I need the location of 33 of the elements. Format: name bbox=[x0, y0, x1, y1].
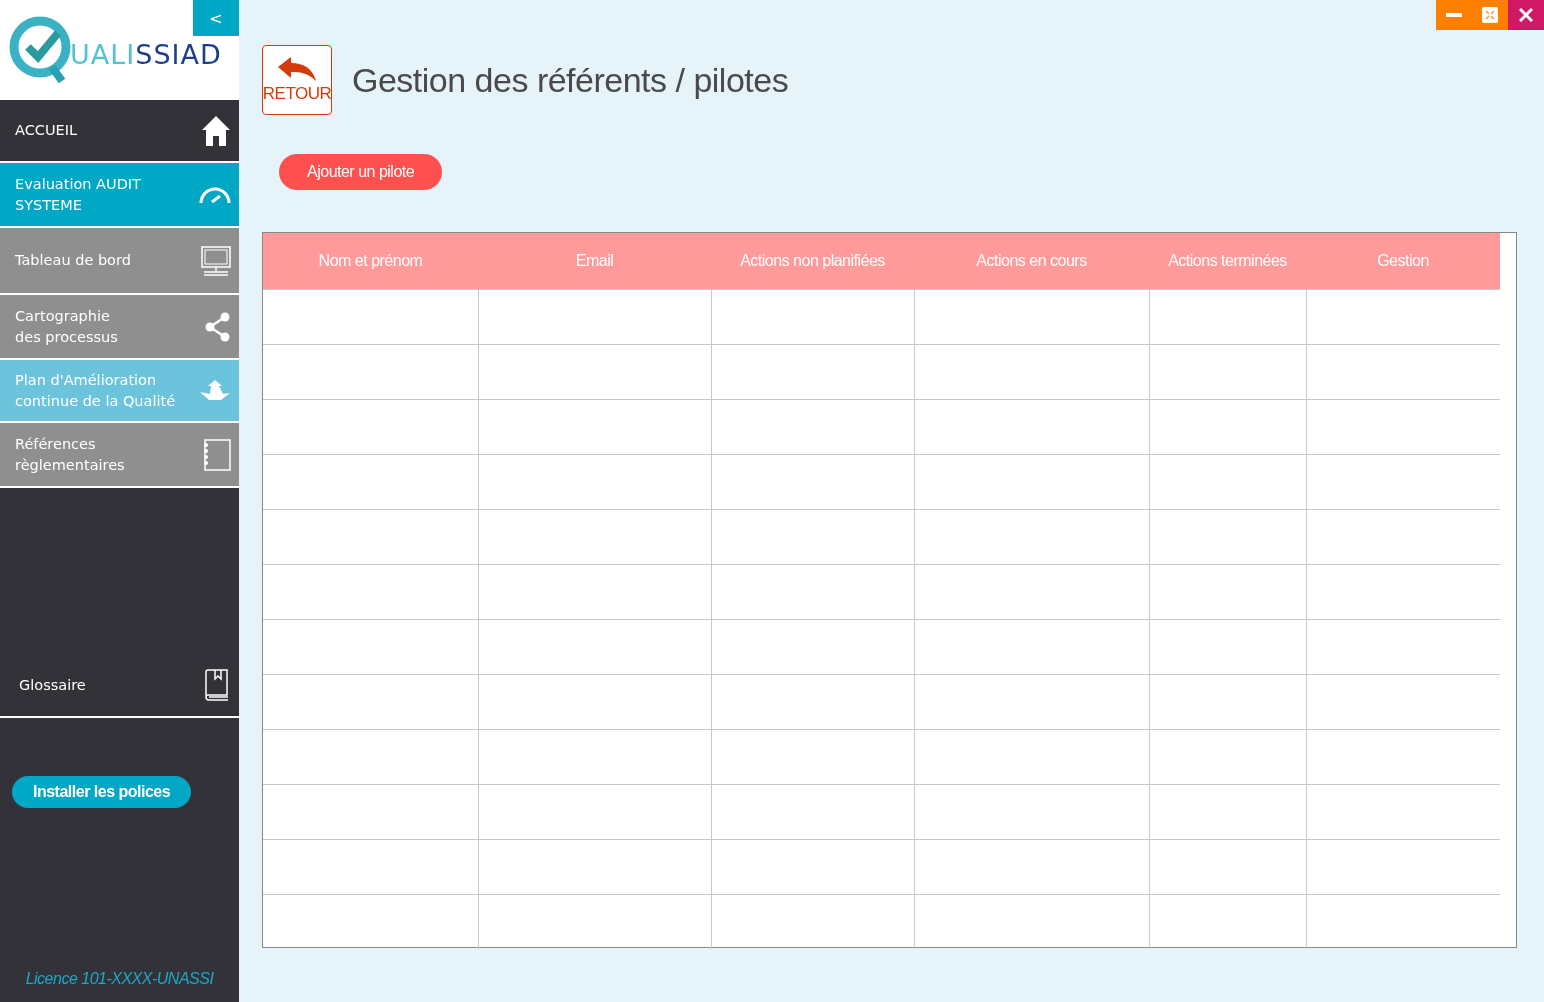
column-header: Email bbox=[478, 233, 711, 289]
back-button[interactable]: RETOUR bbox=[262, 45, 332, 115]
nav-item[interactable]: Glossaire bbox=[0, 654, 239, 718]
add-pilot-button[interactable]: Ajouter un pilote bbox=[279, 154, 443, 190]
column-header: Actions terminées bbox=[1149, 233, 1306, 289]
page-title: Gestion des référents / pilotes bbox=[352, 60, 789, 100]
close-button[interactable] bbox=[1508, 0, 1544, 30]
install-fonts-button[interactable]: Installer les polices bbox=[12, 776, 192, 808]
column-header: Gestion bbox=[1306, 233, 1500, 289]
column-header: Nom et prénom bbox=[263, 233, 478, 289]
minimize-icon bbox=[1446, 13, 1462, 17]
monitor-icon bbox=[201, 245, 231, 276]
nav-item[interactable]: Tableau de bord bbox=[0, 228, 239, 295]
maximize-button[interactable] bbox=[1472, 0, 1508, 30]
maximize-icon bbox=[1482, 7, 1498, 23]
nav-item[interactable]: Cartographie des processus bbox=[0, 295, 239, 360]
notebook-icon bbox=[203, 438, 231, 471]
gauge-icon bbox=[199, 185, 231, 204]
column-header: Actions non planifiées bbox=[711, 233, 914, 289]
licence-text: Licence 101-XXXX-UNASSI bbox=[24, 970, 215, 989]
nav-item[interactable]: Evaluation AUDIT SYSTEME bbox=[0, 163, 239, 228]
minimize-button[interactable] bbox=[1436, 0, 1472, 30]
home-icon bbox=[201, 114, 231, 147]
share-icon bbox=[205, 311, 231, 342]
nav-item[interactable]: Références règlementaires bbox=[0, 423, 239, 488]
arrows-icon bbox=[199, 379, 231, 402]
glossary-label: Glossaire bbox=[19, 675, 86, 695]
collapse-button[interactable]: < bbox=[193, 0, 239, 36]
column-header: Actions en cours bbox=[914, 233, 1149, 289]
nav-item[interactable]: Plan d'Amélioration continue de la Qualité bbox=[0, 360, 239, 423]
close-icon bbox=[1519, 8, 1533, 22]
book-icon bbox=[203, 669, 229, 701]
back-arrow-icon bbox=[277, 56, 317, 82]
